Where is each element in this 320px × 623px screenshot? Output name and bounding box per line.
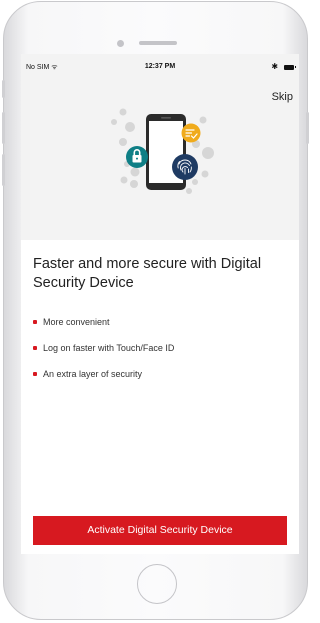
volume-down-button [2, 154, 5, 186]
earpiece-speaker [139, 41, 177, 45]
skip-button[interactable]: Skip [272, 91, 293, 103]
home-button[interactable] [137, 564, 177, 604]
fingerprint-icon [172, 154, 198, 180]
checklist-icon [181, 123, 201, 143]
lock-icon [126, 146, 148, 168]
list-item: Log on faster with Touch/Face ID [33, 343, 174, 369]
bluetooth-icon: ✱ [271, 62, 279, 71]
battery-icon [284, 64, 296, 70]
list-item: An extra layer of security [33, 369, 174, 395]
mute-switch [2, 80, 5, 98]
volume-up-button [2, 112, 5, 144]
content-card: Faster and more secure with Digital Secu… [21, 240, 299, 554]
status-right: ✱ [271, 62, 296, 71]
activate-button[interactable]: Activate Digital Security Device [33, 516, 287, 545]
app-screen: No SIM ᯤ 12:37 PM ✱ Skip Faster and more… [21, 54, 299, 554]
list-item-text: Log on faster with Touch/Face ID [43, 343, 175, 353]
page-title: Faster and more secure with Digital Secu… [33, 256, 262, 291]
list-item-text: An extra layer of security [43, 369, 143, 379]
benefits-list: More convenient Log on faster with Touch… [33, 317, 174, 395]
bullet-icon [33, 372, 37, 376]
list-item-text: More convenient [43, 317, 110, 327]
status-bar: No SIM ᯤ 12:37 PM ✱ [21, 54, 299, 74]
bullet-icon [33, 346, 37, 350]
bullet-icon [33, 320, 37, 324]
status-time: 12:37 PM [144, 63, 176, 70]
phone-frame: No SIM ᯤ 12:37 PM ✱ Skip Faster and more… [2, 1, 309, 620]
hero-illustration [111, 108, 214, 194]
list-item: More convenient [33, 317, 174, 343]
front-camera [117, 40, 124, 47]
power-button [306, 112, 309, 144]
